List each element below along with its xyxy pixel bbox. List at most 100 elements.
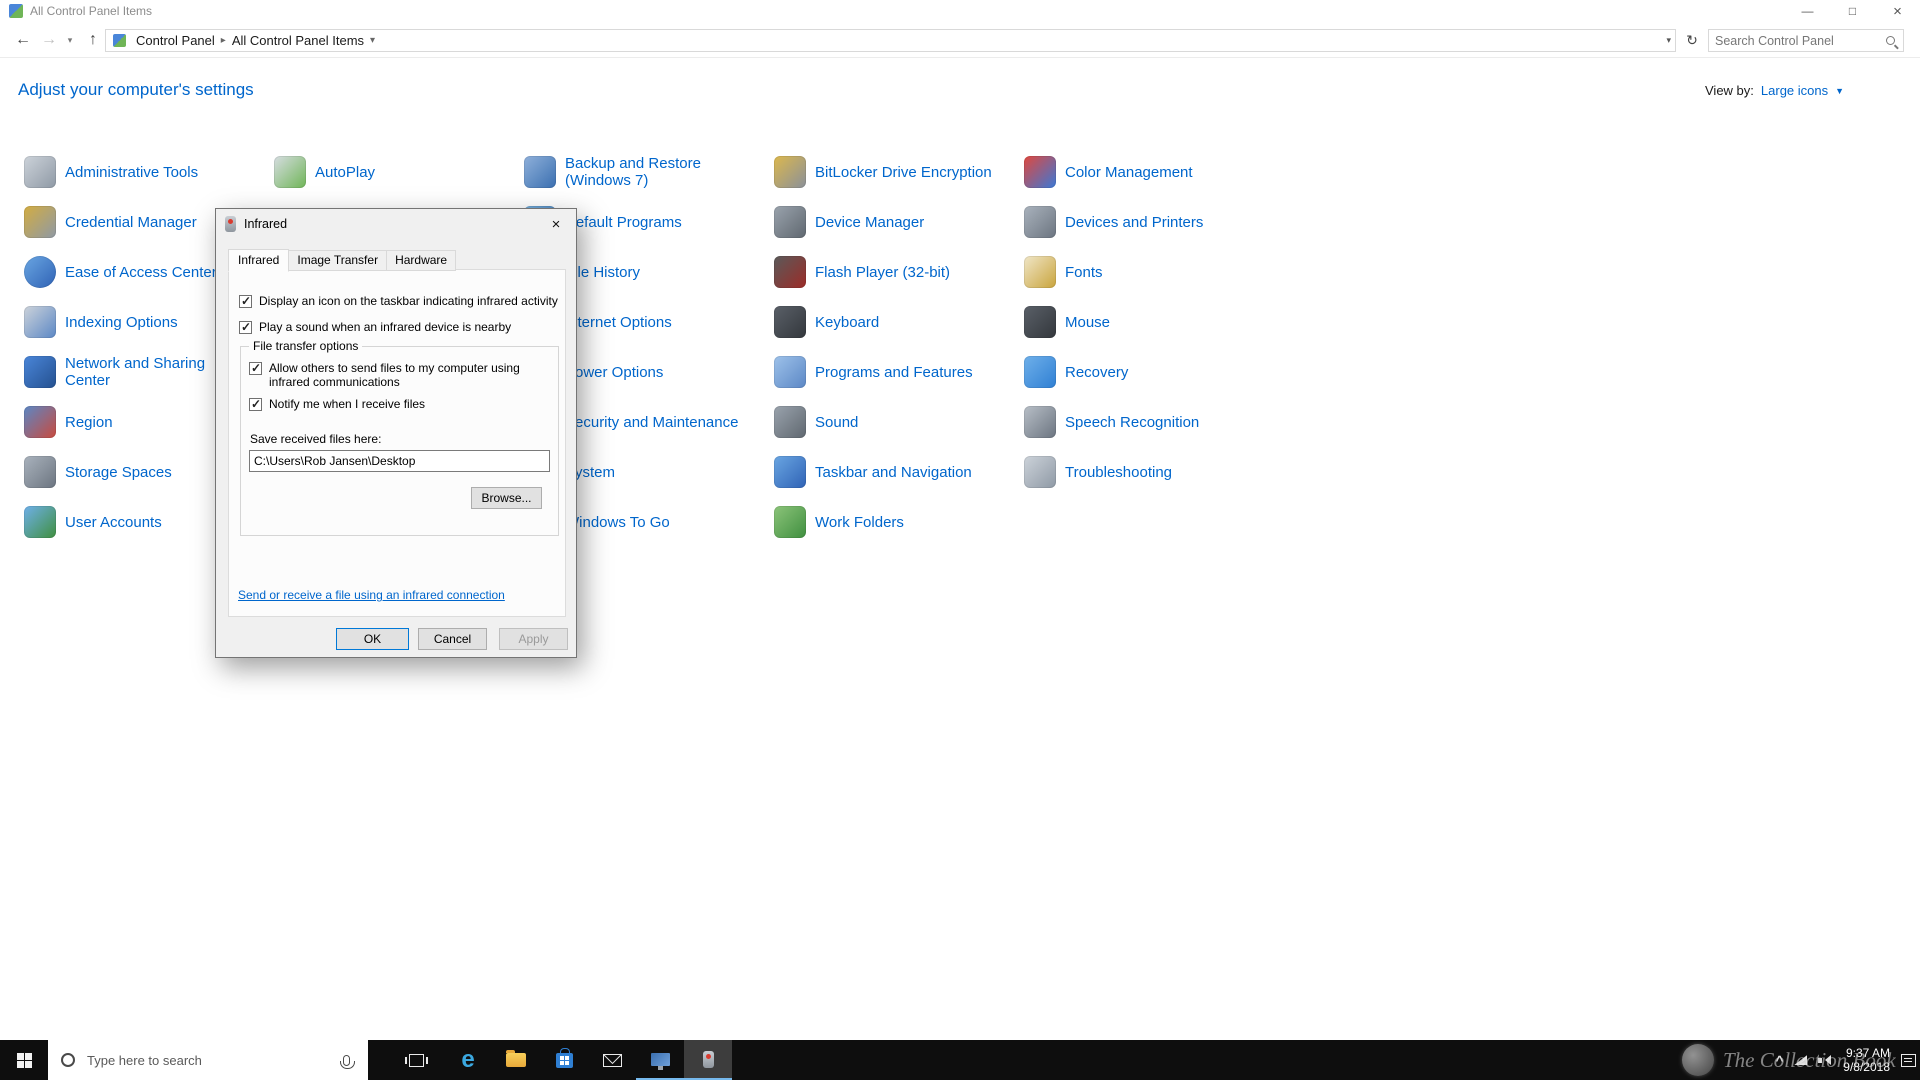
autoplay-icon bbox=[274, 156, 306, 188]
cp-item-label: Administrative Tools bbox=[65, 163, 199, 181]
cp-item-label: Speech Recognition bbox=[1065, 413, 1200, 431]
tab-image-transfer[interactable]: Image Transfer bbox=[288, 250, 388, 271]
cp-item-flash-player-32-bit[interactable]: Flash Player (32-bit) bbox=[774, 250, 1018, 294]
checkbox-row-notify: Notify me when I receive files bbox=[249, 397, 544, 411]
cp-item-label: BitLocker Drive Encryption bbox=[815, 163, 992, 181]
dialog-close-icon[interactable]: × bbox=[536, 210, 576, 239]
cp-item-label: Devices and Printers bbox=[1065, 213, 1204, 231]
backup-restore-icon bbox=[524, 156, 556, 188]
cp-item-device-manager[interactable]: Device Manager bbox=[774, 200, 1018, 244]
taskbar-search-input[interactable]: Type here to search bbox=[48, 1040, 368, 1080]
start-button[interactable] bbox=[0, 1040, 48, 1080]
administrative-tools-icon bbox=[24, 156, 56, 188]
edge-taskbar-button[interactable]: e bbox=[444, 1040, 492, 1080]
checkbox-row-allow: Allow others to send files to my compute… bbox=[249, 361, 544, 389]
hidden-icons-chevron-icon[interactable]: ^ bbox=[1776, 1053, 1784, 1068]
cp-item-fonts[interactable]: Fonts bbox=[1024, 250, 1268, 294]
infrared-taskbar-icon bbox=[702, 1050, 714, 1068]
infrared-tab-page: Display an icon on the taskbar indicatin… bbox=[228, 269, 566, 617]
file-transfer-options-group: File transfer options Allow others to se… bbox=[240, 339, 559, 536]
cp-item-devices-and-printers[interactable]: Devices and Printers bbox=[1024, 200, 1268, 244]
microphone-icon[interactable] bbox=[340, 1054, 355, 1069]
tab-infrared[interactable]: Infrared bbox=[228, 249, 290, 272]
cp-item-label: Fonts bbox=[1065, 263, 1103, 281]
network-icon[interactable] bbox=[1794, 1055, 1808, 1065]
browse-button[interactable]: Browse... bbox=[471, 487, 542, 509]
speech-recognition-icon bbox=[1024, 406, 1056, 438]
cp-item-label: Device Manager bbox=[815, 213, 925, 231]
tab-hardware[interactable]: Hardware bbox=[386, 250, 457, 271]
checkbox-allow-files[interactable] bbox=[249, 361, 262, 375]
dialog-title: Infrared bbox=[244, 217, 288, 231]
programs-features-icon bbox=[774, 356, 806, 388]
credential-manager-icon bbox=[24, 206, 56, 238]
taskbar-search-placeholder: Type here to search bbox=[87, 1052, 202, 1068]
checkbox-sound-label: Play a sound when an infrared device is … bbox=[259, 320, 512, 334]
cp-item-label: Keyboard bbox=[815, 313, 880, 331]
checkbox-sound[interactable] bbox=[239, 320, 252, 334]
cp-item-bitlocker-drive-encryption[interactable]: BitLocker Drive Encryption bbox=[774, 150, 1018, 194]
cp-item-label: Power Options bbox=[565, 363, 664, 381]
cp-item-label: Taskbar and Navigation bbox=[815, 463, 972, 481]
ok-button[interactable]: OK bbox=[336, 628, 409, 650]
file-explorer-taskbar-button[interactable] bbox=[492, 1040, 540, 1080]
mouse-icon bbox=[1024, 306, 1056, 338]
cp-item-label: Default Programs bbox=[565, 213, 682, 231]
cp-item-speech-recognition[interactable]: Speech Recognition bbox=[1024, 400, 1268, 444]
checkbox-notify[interactable] bbox=[249, 397, 262, 411]
cp-item-recovery[interactable]: Recovery bbox=[1024, 350, 1268, 394]
taskbar-navigation-icon bbox=[774, 456, 806, 488]
mail-icon bbox=[602, 1053, 622, 1067]
cp-item-label: Color Management bbox=[1065, 163, 1193, 181]
volume-icon[interactable] bbox=[1818, 1054, 1832, 1066]
work-folders-icon bbox=[774, 506, 806, 538]
dialog-titlebar: Infrared × bbox=[216, 209, 576, 239]
clock-date: 9/8/2018 bbox=[1843, 1060, 1890, 1074]
cp-item-troubleshooting[interactable]: Troubleshooting bbox=[1024, 450, 1268, 494]
infrared-icon bbox=[225, 216, 236, 232]
cp-item-label: Mouse bbox=[1065, 313, 1111, 331]
cancel-button[interactable]: Cancel bbox=[418, 628, 487, 650]
task-view-button[interactable] bbox=[392, 1040, 440, 1080]
cp-item-label: Troubleshooting bbox=[1065, 463, 1173, 481]
sound-icon bbox=[774, 406, 806, 438]
cp-item-label: Work Folders bbox=[815, 513, 904, 531]
checkbox-row-taskbar-icon: Display an icon on the taskbar indicatin… bbox=[239, 294, 559, 308]
cp-item-work-folders[interactable]: Work Folders bbox=[774, 500, 1018, 544]
dialog-tabstrip: Infrared Image Transfer Hardware bbox=[228, 249, 457, 272]
checkbox-row-sound: Play a sound when an infrared device is … bbox=[239, 320, 559, 334]
control-panel-taskbar-button[interactable] bbox=[636, 1040, 684, 1080]
cp-item-autoplay[interactable]: AutoPlay bbox=[274, 150, 518, 194]
cp-item-label: User Accounts bbox=[65, 513, 162, 531]
cp-item-color-management[interactable]: Color Management bbox=[1024, 150, 1268, 194]
cp-item-administrative-tools[interactable]: Administrative Tools bbox=[24, 150, 268, 194]
recovery-icon bbox=[1024, 356, 1056, 388]
cp-item-label: Security and Maintenance bbox=[565, 413, 739, 431]
troubleshooting-icon bbox=[1024, 456, 1056, 488]
action-center-icon[interactable] bbox=[1901, 1053, 1916, 1067]
store-taskbar-button[interactable] bbox=[540, 1040, 588, 1080]
infrared-taskbar-button[interactable] bbox=[684, 1040, 732, 1080]
cp-item-keyboard[interactable]: Keyboard bbox=[774, 300, 1018, 344]
taskbar: Type here to search e ^ 9:37 AM 9/8/2018 bbox=[0, 1040, 1920, 1080]
infrared-dialog: Infrared × Infrared Image Transfer Hardw… bbox=[215, 208, 577, 658]
mail-taskbar-button[interactable] bbox=[588, 1040, 636, 1080]
taskbar-clock[interactable]: 9:37 AM 9/8/2018 bbox=[1843, 1046, 1890, 1074]
checkbox-allow-label: Allow others to send files to my compute… bbox=[269, 361, 520, 389]
cp-item-label: Internet Options bbox=[565, 313, 672, 331]
devices-and-printers-icon bbox=[1024, 206, 1056, 238]
region-icon bbox=[24, 406, 56, 438]
cp-item-label: Flash Player (32-bit) bbox=[815, 263, 951, 281]
save-files-label: Save received files here: bbox=[250, 432, 382, 446]
cp-item-taskbar-and-navigation[interactable]: Taskbar and Navigation bbox=[774, 450, 1018, 494]
infrared-connection-link[interactable]: Send or receive a file using an infrared… bbox=[238, 588, 505, 602]
cp-item-programs-and-features[interactable]: Programs and Features bbox=[774, 350, 1018, 394]
cp-item-label: Storage Spaces bbox=[65, 463, 172, 481]
cp-item-sound[interactable]: Sound bbox=[774, 400, 1018, 444]
checkbox-taskbar-icon[interactable] bbox=[239, 294, 252, 308]
store-icon bbox=[555, 1047, 573, 1068]
save-path-input[interactable] bbox=[249, 450, 550, 472]
task-view-icon bbox=[404, 1053, 428, 1067]
cp-item-backup-and-restore-windows-7[interactable]: Backup and Restore (Windows 7) bbox=[524, 150, 768, 194]
cp-item-mouse[interactable]: Mouse bbox=[1024, 300, 1268, 344]
